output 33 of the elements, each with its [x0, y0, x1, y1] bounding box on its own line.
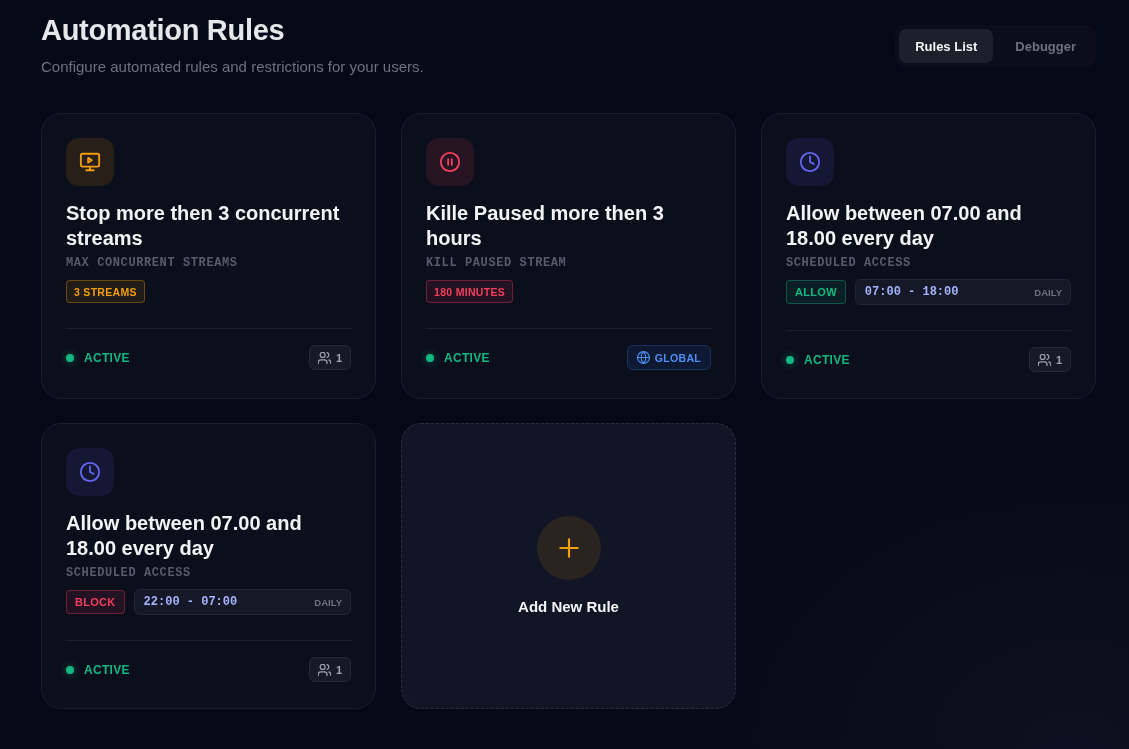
page-subtitle: Configure automated rules and restrictions for your users. [41, 57, 424, 77]
status-label: ACTIVE [804, 352, 850, 367]
action-tag: BLOCK [66, 590, 125, 614]
users-icon [317, 663, 331, 676]
status-label: ACTIVE [84, 350, 130, 365]
schedule-repeat: DAILY [314, 596, 342, 608]
rule-title: Stop more then 3 concurrent streams [66, 201, 341, 251]
rule-type: KILL PAUSED STREAM [426, 255, 567, 271]
limit-tag: 180 MINUTES [426, 280, 513, 303]
view-tab[interactable]: Rules List [899, 29, 994, 63]
status-label: ACTIVE [84, 662, 130, 677]
status-label: ACTIVE [444, 350, 490, 365]
user-count: 1 [1055, 353, 1062, 366]
user-count: 1 [335, 663, 342, 676]
users-icon [317, 351, 331, 364]
users-icon [1037, 353, 1051, 366]
view-tab[interactable]: Debugger [999, 29, 1092, 63]
limit-tag: 3 STREAMS [66, 280, 145, 303]
rule-type: MAX CONCURRENT STREAMS [66, 255, 238, 271]
globe-icon [636, 351, 650, 364]
user-count: 1 [335, 351, 342, 364]
rule-type: SCHEDULED ACCESS [66, 565, 191, 581]
schedule-repeat: DAILY [1034, 286, 1062, 298]
rule-title: Allow between 07.00 and 18.00 every day [66, 511, 303, 561]
rule-title: Allow between 07.00 and 18.00 every day [786, 201, 1023, 251]
rule-type: SCHEDULED ACCESS [786, 255, 911, 271]
schedule-time: 22:00 - 07:00 [143, 595, 238, 609]
scope-label: GLOBAL [654, 351, 701, 364]
action-tag: ALLOW [786, 280, 846, 304]
add-rule-button[interactable]: Add New Rule [401, 423, 736, 709]
rule-title: Kille Paused more then 3 hours [426, 201, 665, 251]
schedule-time: 07:00 - 18:00 [864, 285, 959, 299]
page-title: Automation Rules [41, 13, 286, 48]
